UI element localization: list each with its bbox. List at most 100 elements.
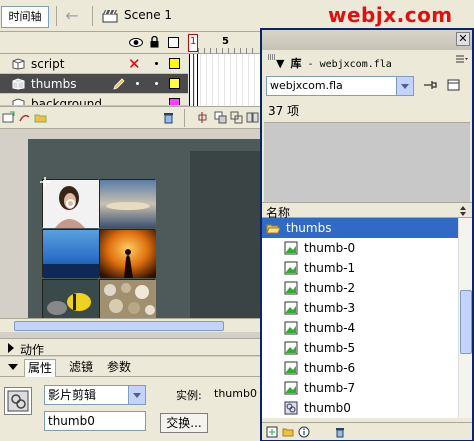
bitmap-icon (284, 321, 298, 335)
library-item-label: thumb-5 (304, 341, 356, 355)
lock-dot[interactable] (155, 82, 158, 85)
hidden-x-icon[interactable]: ✕ (128, 55, 141, 73)
tab-filters[interactable]: 滤镜 (66, 359, 96, 377)
library-item[interactable]: thumb-7 (262, 378, 458, 398)
library-bottom-toolbar (262, 422, 472, 440)
library-item[interactable]: thumb-2 (262, 278, 458, 298)
library-item[interactable]: thumb-0 (262, 238, 458, 258)
library-folder-thumbs[interactable]: thumbs (262, 218, 458, 238)
new-library-panel-icon[interactable] (446, 78, 462, 92)
library-item[interactable]: thumb-5 (262, 338, 458, 358)
layer-color-box[interactable] (169, 78, 180, 89)
scene-label[interactable]: Scene 1 (124, 8, 172, 22)
library-vertical-scrollbar[interactable] (458, 218, 472, 418)
trash-icon[interactable] (334, 426, 346, 438)
library-file-value: webjxcom.fla (270, 79, 343, 92)
layer-row-background[interactable]: background (0, 94, 188, 106)
sort-icon[interactable] (460, 206, 466, 216)
properties-tabs: 属性 滤镜 参数 (0, 357, 262, 377)
insert-folder-icon[interactable] (34, 111, 47, 124)
expand-arrow-icon[interactable] (8, 343, 14, 353)
properties-info-icon[interactable] (298, 426, 310, 438)
lock-dot[interactable] (155, 62, 158, 65)
library-item[interactable]: thumb0 (262, 398, 458, 418)
divider (56, 6, 57, 26)
actions-panel-label: 动作 (20, 343, 45, 357)
thumb-image-5[interactable] (99, 279, 156, 320)
new-folder-icon[interactable] (282, 426, 294, 438)
grip-icon[interactable] (268, 54, 276, 60)
lock-icon[interactable] (150, 36, 159, 48)
stage-horizontal-scrollbar[interactable] (0, 318, 262, 332)
outline-icon[interactable] (168, 37, 179, 48)
collapse-arrow-icon[interactable] (8, 364, 18, 370)
insert-layer-icon[interactable] (2, 111, 15, 124)
sunset-sea-image (100, 180, 156, 228)
movieclip-symbol-icon (4, 387, 32, 415)
symbol-type-select[interactable]: 影片剪辑 (44, 385, 146, 405)
open-folder-icon (266, 224, 280, 234)
library-item[interactable]: thumb-1 (262, 258, 458, 278)
chevron-down-icon[interactable] (128, 386, 145, 404)
back-arrow-icon[interactable]: ← (62, 7, 82, 25)
frames-grid[interactable] (188, 54, 262, 114)
timeline-tab[interactable]: 时间轴 (1, 6, 49, 28)
chevron-down-icon[interactable] (396, 77, 413, 95)
library-item[interactable]: thumb-4 (262, 318, 458, 338)
library-item-label: thumb-3 (304, 301, 356, 315)
library-titlebar[interactable]: ✕ (262, 30, 472, 50)
library-header[interactable]: ▼ 库 - webjxcom.fla (262, 50, 472, 70)
library-item-count: 37 项 (268, 104, 300, 118)
library-item-label: thumb0 (304, 401, 351, 415)
bitmap-icon (284, 341, 298, 355)
thumb-image-4[interactable] (42, 279, 99, 320)
edit-multiple-frames-icon[interactable] (246, 111, 259, 124)
onion-skin-icon[interactable] (214, 111, 227, 124)
thumb-image-1[interactable] (99, 179, 156, 228)
bitmap-icon (284, 261, 298, 275)
scene-clapper-icon (102, 9, 118, 23)
visible-dot[interactable] (136, 82, 139, 85)
swap-button[interactable]: 交换... (160, 413, 208, 433)
close-icon[interactable]: ✕ (456, 32, 470, 46)
thumb-image-2[interactable] (42, 229, 99, 278)
silhouette-sunset-image (100, 230, 156, 278)
layer-row-thumbs[interactable]: thumbs (0, 74, 188, 94)
library-file-select[interactable]: webjxcom.fla (266, 76, 414, 96)
library-item[interactable]: thumb-6 (262, 358, 458, 378)
center-frame-icon[interactable] (196, 111, 209, 124)
actions-panel-header[interactable]: 动作 (0, 338, 262, 357)
library-item-label: thumb-2 (304, 281, 356, 295)
library-item[interactable]: thumb-3 (262, 298, 458, 318)
library-item-label: thumb-1 (304, 261, 356, 275)
tab-properties[interactable]: 属性 (24, 359, 57, 377)
tab-parameters[interactable]: 参数 (104, 359, 134, 377)
onion-outline-icon[interactable] (230, 111, 243, 124)
library-column-header[interactable]: 名称 (262, 202, 472, 220)
scrollbar-thumb[interactable] (14, 321, 224, 331)
library-item-label: thumb-4 (304, 321, 356, 335)
stage-area[interactable] (0, 128, 262, 320)
scrollbar-thumb[interactable] (460, 290, 472, 354)
library-item-label: thumbs (286, 221, 332, 235)
pebbles-image (100, 280, 156, 320)
layer-icon (12, 58, 25, 70)
panel-menu-icon[interactable] (456, 55, 468, 65)
layer-color-box[interactable] (169, 98, 180, 105)
instance-name-input[interactable]: thumb0 (44, 411, 146, 431)
thumb-image-3[interactable] (99, 229, 156, 278)
transform-point-icon[interactable] (66, 199, 75, 208)
layer-name: background (31, 97, 102, 106)
add-motion-guide-icon[interactable] (18, 111, 31, 124)
bitmap-icon (284, 361, 298, 375)
new-symbol-icon[interactable] (266, 426, 278, 438)
trash-icon[interactable] (162, 111, 175, 124)
layer-color-box[interactable] (169, 58, 180, 69)
layer-name: thumbs (31, 77, 77, 91)
eye-icon[interactable] (129, 38, 143, 47)
pin-library-icon[interactable] (422, 78, 438, 92)
library-item-label: thumb-7 (304, 381, 356, 395)
fish-image (43, 280, 99, 320)
layer-row-script[interactable]: script ✕ (0, 54, 188, 74)
layer-name: script (31, 57, 65, 71)
